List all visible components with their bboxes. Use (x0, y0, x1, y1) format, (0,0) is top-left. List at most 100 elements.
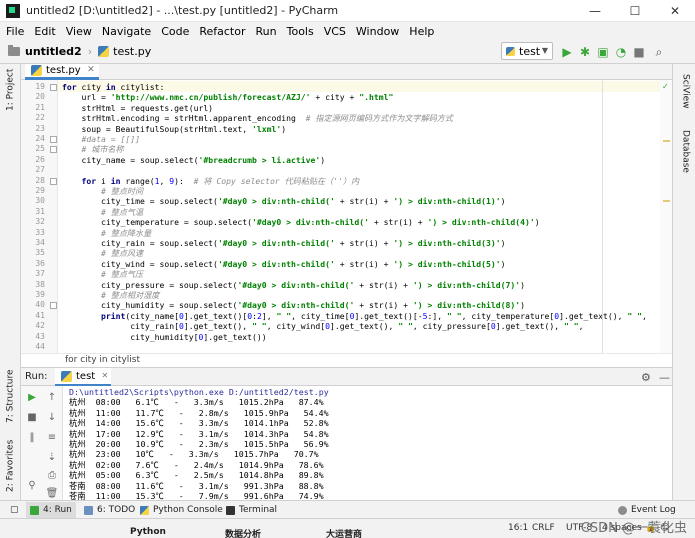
fold-marker-icon[interactable] (50, 84, 57, 91)
code-line[interactable]: city_humidity = soup.select('#day0 > div… (62, 300, 525, 310)
code-line[interactable]: city_humidity[0].get_text()) (62, 332, 266, 342)
pin-icon[interactable]: ⚲ (25, 478, 39, 492)
code-line[interactable]: city_pressure = soup.select('#day0 > div… (62, 280, 525, 290)
debug-icon[interactable]: ✱ (578, 45, 592, 59)
fold-marker-icon[interactable] (50, 146, 57, 154)
terminal-tool-tab[interactable]: Terminal (222, 502, 281, 518)
close-tab-icon[interactable]: ✕ (102, 371, 109, 380)
close-tab-icon[interactable]: ✕ (87, 65, 95, 75)
menu-edit[interactable]: Edit (34, 25, 55, 38)
menu-run[interactable]: Run (256, 25, 277, 38)
bottom-tool-tabs: ▢ 4: Run 6: TODO Python Console Terminal… (0, 500, 695, 518)
code-line[interactable]: strHtml.encoding = strHtml.apparent_enco… (62, 113, 453, 123)
line-number: 27 (35, 165, 45, 175)
code-line[interactable]: # 城市名称 (62, 144, 124, 154)
code-line[interactable]: city_name = soup.select('#breadcrumb > l… (62, 155, 325, 165)
code-line[interactable]: for city in citylist: (62, 82, 164, 92)
fold-marker-icon[interactable] (50, 136, 57, 143)
editor-tab-test-py[interactable]: test.py ✕ (25, 64, 99, 80)
code-line[interactable]: # 整点相对湿度 (62, 290, 159, 300)
code-line[interactable]: soup = BeautifulSoup(strHtml.text, 'lxml… (62, 124, 286, 134)
code-line[interactable]: # 整点气压 (62, 269, 143, 279)
menu-file[interactable]: File (6, 25, 24, 38)
menu-refactor[interactable]: Refactor (199, 25, 245, 38)
profile-icon[interactable]: ◔ (614, 45, 628, 59)
stop-icon[interactable]: ■ (632, 45, 646, 59)
search-everywhere-icon[interactable]: ⌕ (652, 45, 666, 59)
run-icon[interactable]: ▶ (560, 45, 574, 59)
rerun-icon[interactable]: ▶ (25, 390, 39, 404)
nav-project[interactable]: untitled2 (25, 45, 82, 58)
code-line[interactable]: city_temperature = soup.select('#day0 > … (62, 217, 540, 227)
fold-marker-icon[interactable] (50, 177, 57, 185)
bottom-panel-toggle-icon[interactable]: ▢ (6, 502, 23, 518)
code-line[interactable]: #data = [[]] (62, 134, 140, 144)
scroll-to-end-icon[interactable]: ⇣ (45, 450, 59, 464)
console-output-line: 杭州 02:00 7.6℃ - 2.4m/s 1014.9hPa 78.6% (69, 459, 324, 470)
code-line[interactable]: strHtml = requests.get(url) (62, 103, 213, 113)
menu-navigate[interactable]: Navigate (102, 25, 151, 38)
code-editor[interactable]: for city in citylist: url = 'http://www.… (58, 80, 660, 353)
warning-marker[interactable] (663, 200, 670, 202)
project-tool-tab[interactable]: 1: Project (2, 68, 19, 112)
code-line[interactable]: print(city_name[0].get_text()[0:2], " ",… (62, 311, 647, 321)
hide-panel-icon[interactable]: — (659, 371, 670, 384)
code-line[interactable]: city_wind = soup.select('#day0 > div:nth… (62, 259, 505, 269)
sciview-tool-tab[interactable]: SciView (677, 74, 694, 114)
check-icon: ✓ (662, 82, 669, 91)
pause-icon[interactable]: ‖ (25, 430, 39, 444)
line-number: 23 (35, 123, 45, 133)
python-console-tool-tab[interactable]: Python Console (136, 502, 227, 518)
line-number: 24 (35, 134, 45, 143)
overlay-python: Python (130, 527, 166, 537)
soft-wrap-icon[interactable]: ≡ (45, 430, 59, 444)
code-line[interactable]: # 整点气温 (62, 207, 143, 217)
event-log-tool-tab[interactable]: Event Log (614, 502, 680, 518)
run-tool-tab[interactable]: 4: Run (26, 502, 76, 518)
up-arrow-icon[interactable]: ↑ (45, 390, 59, 404)
line-number: 21 (35, 102, 45, 112)
code-line[interactable]: for i in range(1, 9): # 将 Copy selector … (62, 176, 360, 186)
menu-code[interactable]: Code (161, 25, 189, 38)
run-configuration-select[interactable]: test ▼ (501, 42, 553, 60)
console-output-line: 杭州 14:00 15.6℃ - 3.3m/s 1014.1hPa 52.8% (69, 418, 329, 429)
editor-scrollbar[interactable]: ✓ (660, 80, 672, 353)
line-number: 25 (35, 144, 45, 154)
down-arrow-icon[interactable]: ↓ (45, 410, 59, 424)
menu-vcs[interactable]: VCS (324, 25, 346, 38)
favorites-tool-tab[interactable]: 2: Favorites (2, 439, 19, 493)
code-line[interactable]: # 整点时间 (62, 186, 143, 196)
code-line[interactable]: city_time = soup.select('#day0 > div:nth… (62, 196, 505, 206)
maximize-button[interactable]: ☐ (615, 0, 655, 22)
close-button[interactable]: ✕ (655, 0, 695, 22)
code-line[interactable]: url = 'http://www.nmc.cn/publish/forecas… (62, 92, 393, 102)
structure-tool-tab[interactable]: 7: Structure (2, 369, 19, 423)
gear-icon[interactable]: ⚙ (641, 371, 651, 384)
menu-help[interactable]: Help (409, 25, 434, 38)
print-icon[interactable]: ⎙ (45, 468, 59, 482)
stop-icon[interactable]: ■ (25, 410, 39, 424)
nav-file[interactable]: test.py (113, 45, 151, 58)
line-number: 40 (35, 300, 45, 310)
coverage-icon[interactable]: ▣ (596, 45, 610, 59)
run-console[interactable]: D:\untitled2\Scripts\python.exe D:/untit… (63, 386, 672, 500)
database-tool-tab[interactable]: Database (677, 130, 694, 173)
code-line[interactable]: city_rain = soup.select('#day0 > div:nth… (62, 238, 505, 248)
menu-view[interactable]: View (66, 25, 92, 38)
todo-tool-tab[interactable]: 6: TODO (80, 502, 139, 518)
nav-separator-icon: › (87, 45, 93, 58)
code-line[interactable]: city_rain[0].get_text(), " ", city_wind[… (62, 321, 583, 331)
run-tab-test[interactable]: test ✕ (55, 368, 112, 386)
warning-marker[interactable] (663, 140, 670, 142)
fold-marker-icon[interactable] (50, 302, 57, 310)
code-line[interactable]: # 整点降水量 (62, 228, 151, 238)
menu-tools[interactable]: Tools (287, 25, 314, 38)
minimize-button[interactable]: — (575, 0, 615, 22)
menu-window[interactable]: Window (356, 25, 399, 38)
code-line[interactable]: # 整点风速 (62, 248, 143, 258)
line-separator[interactable]: CRLF (532, 523, 555, 533)
breadcrumb-item[interactable]: for city in citylist (65, 355, 140, 365)
trash-icon[interactable]: 🗑 (45, 486, 59, 500)
console-output-line: 杭州 08:00 6.1℃ - 3.3m/s 1015.2hPa 87.4% (69, 397, 324, 408)
left-tool-strip: 1: Project 7: Structure 2: Favorites (0, 64, 21, 500)
